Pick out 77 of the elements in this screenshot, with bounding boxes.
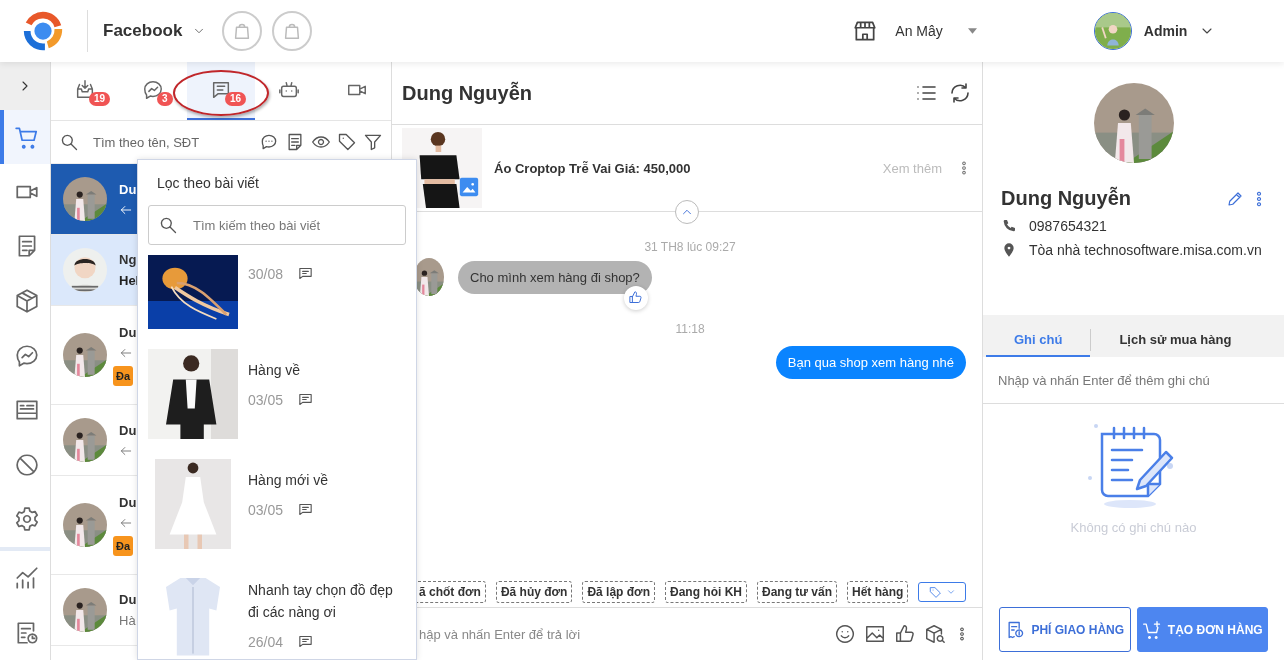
status-tag: Đa xyxy=(113,365,134,386)
thumbs-up-icon xyxy=(628,290,644,305)
sidebar-item[interactable] xyxy=(0,109,50,165)
thumbs-up-icon xyxy=(894,623,916,645)
post-date: 03/05 xyxy=(248,501,284,518)
search-icon xyxy=(158,215,178,235)
chevron-down-icon xyxy=(945,587,956,597)
profile-tab[interactable]: Lịch sử mua hàng xyxy=(1091,323,1260,357)
contact-name: Du xyxy=(119,181,137,197)
count-badge: 19 xyxy=(89,92,111,106)
storefront-icon xyxy=(852,18,879,44)
refresh-icon xyxy=(948,81,972,105)
comment-icon xyxy=(297,633,315,650)
caret-icon[interactable] xyxy=(967,28,977,34)
quick-tag[interactable]: Đã hủy đơn xyxy=(495,581,573,603)
contact-name: Du xyxy=(119,324,137,340)
post-title: Hàng về xyxy=(248,361,302,380)
quick-tag[interactable]: Đã lập đơn xyxy=(582,581,655,603)
menu-title: Lọc theo bài viết xyxy=(157,175,260,191)
contact-name: Du xyxy=(119,494,137,510)
gear-icon xyxy=(14,506,40,533)
messenger-icon xyxy=(14,342,40,369)
count-badge: 3 xyxy=(157,92,173,106)
message-preview: Hà xyxy=(119,613,136,628)
message-time: 31 TH8 lúc 09:27 xyxy=(643,240,737,254)
status-tag: Đa xyxy=(113,535,134,556)
contact-name: Dung Nguyễn xyxy=(402,81,533,105)
comment-icon xyxy=(297,265,315,282)
post-date: 30/08 xyxy=(248,265,284,282)
box-search-icon xyxy=(924,623,946,645)
box-icon xyxy=(14,287,40,314)
phone-number: 0987654321 xyxy=(1029,218,1107,234)
quick-tag[interactable]: Đang tư vấn xyxy=(756,581,837,603)
post-search-field[interactable]: Tìm kiếm theo bài viết xyxy=(148,205,406,245)
tag-dropdown[interactable] xyxy=(918,582,966,602)
tag-icon xyxy=(928,585,942,599)
contact-name: Ng xyxy=(119,252,137,267)
chart-icon xyxy=(14,565,40,592)
count-badge: 16 xyxy=(225,92,247,106)
create-order-button[interactable]: TẠO ĐƠN HÀNG xyxy=(1136,607,1268,652)
address: Tòa nhà technosoftware.misa.com.vn xyxy=(1029,242,1262,258)
emoji-icon xyxy=(834,623,856,645)
inbox-icon xyxy=(74,79,96,101)
ban-icon xyxy=(14,451,40,478)
quick-tag[interactable]: Hết hàng xyxy=(847,581,909,603)
post-title: Hàng mới về xyxy=(248,471,328,490)
channel-name[interactable]: Facebook xyxy=(103,21,183,41)
image-icon xyxy=(864,623,886,645)
contact-name: Dung Nguyễn xyxy=(1001,187,1132,210)
post-item[interactable]: Nhanh tay chọn đồ đẹp đi các nàng ơi 26/04 xyxy=(148,569,406,659)
chat-lines-icon xyxy=(210,79,232,101)
filter-icon xyxy=(363,132,383,152)
calendar-clock-icon xyxy=(14,619,40,646)
shipping-fee-button[interactable]: PHÍ GIAO HÀNG xyxy=(999,607,1131,652)
product-title: Áo Croptop Trễ Vai Giá: 450,000 xyxy=(494,160,692,176)
quick-tag[interactable]: Đang hỏi KH xyxy=(664,581,747,603)
comment-icon xyxy=(297,501,315,518)
comment-icon xyxy=(297,391,315,408)
location-pin-icon xyxy=(1001,242,1017,258)
post-date: 26/04 xyxy=(248,633,284,650)
outgoing-message: Bạn qua shop xem hàng nhé xyxy=(775,346,966,379)
search-icon xyxy=(59,132,79,152)
tag-icon xyxy=(337,132,357,152)
cart-plus-icon xyxy=(1141,619,1162,640)
store-name[interactable]: An Mây xyxy=(895,23,943,39)
contact-name: Du xyxy=(119,422,137,438)
post-item[interactable]: Hàng mới về 03/05 xyxy=(148,459,406,549)
post-title: Nhanh tay chọn đồ đẹp đi các nàng ơi xyxy=(248,581,394,622)
chat-dots-icon xyxy=(259,132,279,152)
user-name[interactable]: Admin xyxy=(1143,23,1188,39)
messenger-icon xyxy=(142,79,164,101)
cart-icon xyxy=(14,124,40,150)
message-time: 11:18 xyxy=(674,322,706,336)
contact-name: Du xyxy=(119,592,137,607)
post-item[interactable]: Hàng về 03/05 xyxy=(148,349,406,439)
phone-icon xyxy=(1001,218,1017,234)
post-date: 03/05 xyxy=(248,391,284,408)
